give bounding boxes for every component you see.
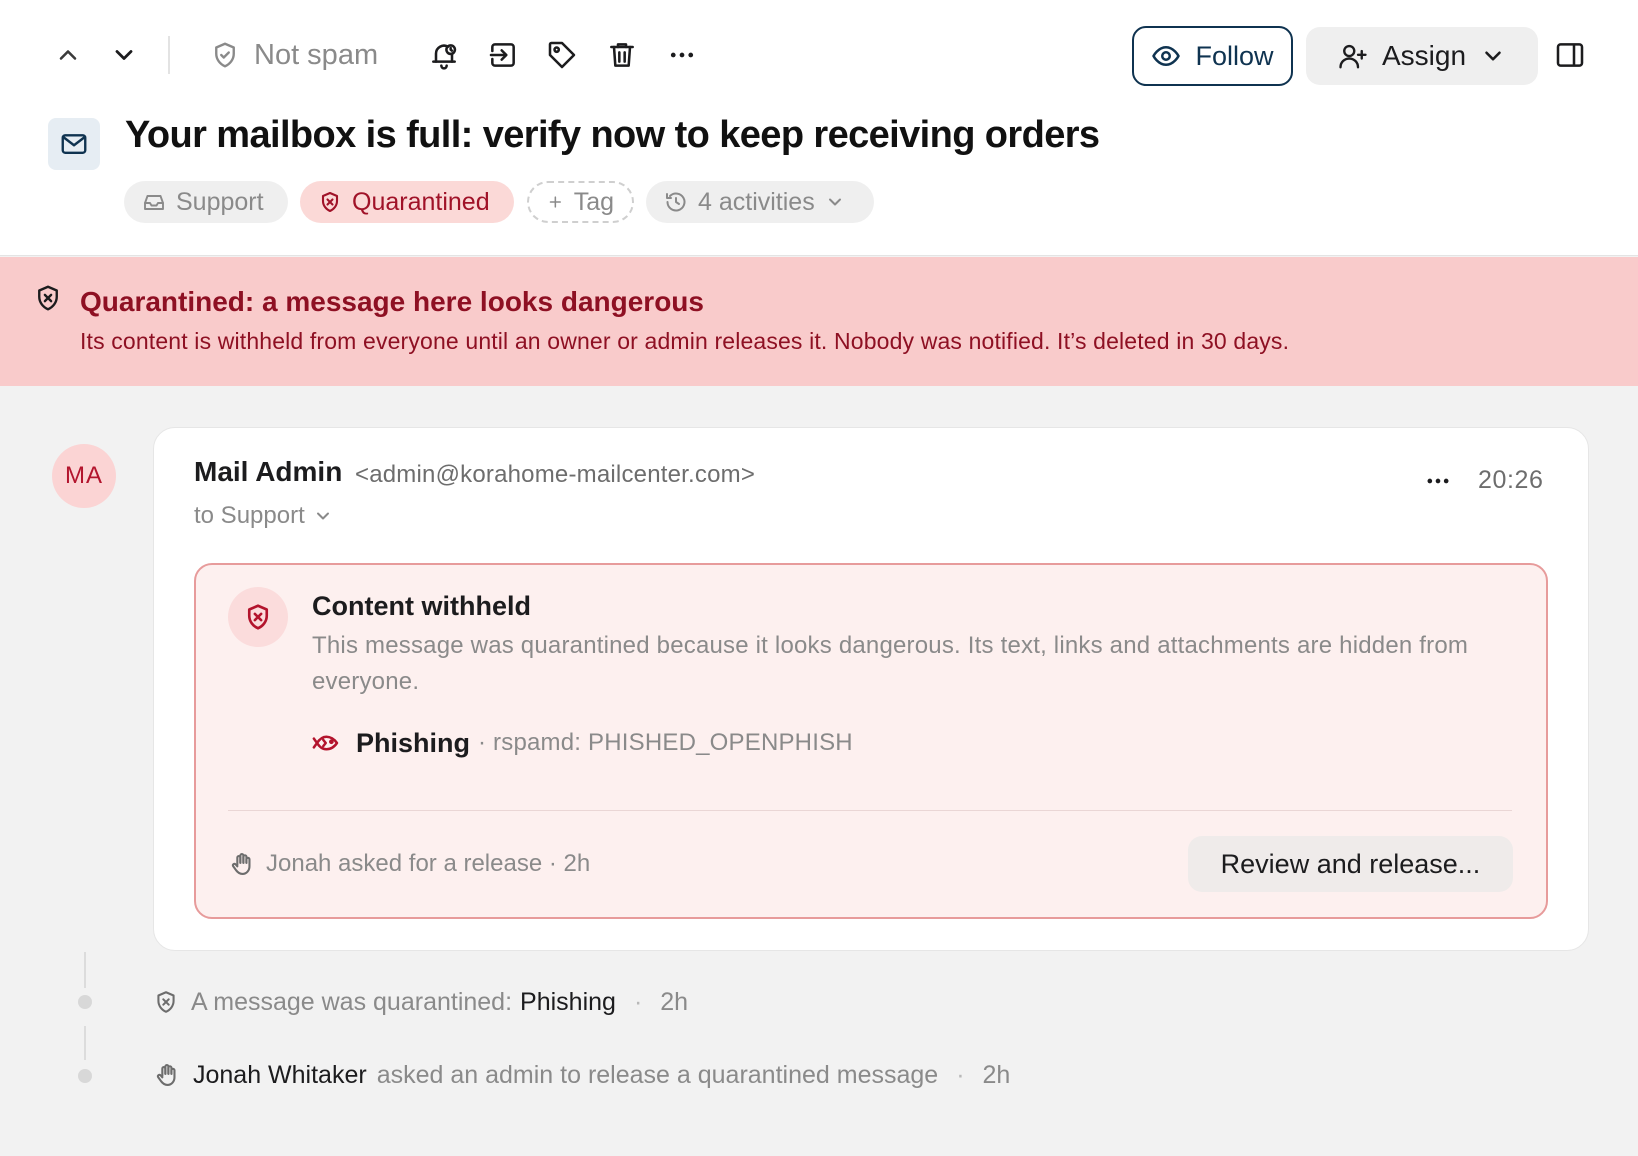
- tag-icon: [548, 41, 576, 69]
- assign-label: Assign: [1381, 40, 1467, 71]
- follow-button[interactable]: Follow: [1132, 26, 1293, 86]
- sender-avatar: MA: [52, 444, 116, 508]
- release-request-note: Jonah asked for a release · 2h: [228, 846, 590, 882]
- activity-item: Jonah Whitaker asked an admin to release…: [153, 1057, 1010, 1093]
- envelope-icon: [61, 134, 87, 154]
- activity-separator: ·: [956, 1060, 965, 1089]
- chevron-down-icon: [316, 512, 329, 520]
- message-time: 20:26: [1478, 466, 1544, 494]
- threat-name: Phishing: [356, 727, 470, 758]
- alarm-clock-icon: [432, 44, 457, 70]
- banner-title: Quarantined: a message here looks danger…: [80, 286, 704, 317]
- add-tag-label: Tag: [573, 187, 614, 216]
- shield-x-icon: [247, 604, 269, 630]
- threat-classification: Phishing · rspamd: PHISHED_OPENPHISH: [312, 725, 853, 761]
- thread-type-badge: [48, 118, 100, 170]
- history-icon: [666, 192, 686, 212]
- sidebar-panel-icon: [1556, 43, 1584, 67]
- shield-check-icon: [215, 42, 235, 68]
- raised-hand-icon: [231, 853, 251, 875]
- move-to-icon: [489, 43, 515, 67]
- recipient-dropdown[interactable]: to Support: [194, 501, 333, 531]
- thread-header: Not spam Follow Assign Your mailbox is f…: [0, 0, 1638, 256]
- not-spam-button[interactable]: Not spam: [210, 33, 378, 77]
- quarantined-status-chip[interactable]: Quarantined: [300, 181, 514, 223]
- review-and-release-button[interactable]: Review and release...: [1188, 836, 1513, 892]
- trash-icon: [610, 43, 634, 67]
- chevron-down-icon: [1485, 51, 1501, 61]
- eye-icon: [1152, 46, 1181, 66]
- more-horizontal-icon: [1427, 478, 1449, 484]
- quarantine-banner: [0, 257, 1638, 386]
- thread-subject: Your mailbox is full: verify now to keep…: [125, 114, 1100, 156]
- chevron-down-icon: [115, 50, 133, 60]
- inbox-chip[interactable]: Support: [124, 181, 288, 223]
- banner-text: Its content is withheld from everyone un…: [80, 328, 1290, 354]
- activities-chip-label: 4 activities: [698, 187, 815, 216]
- activity-text: asked an admin to release a quarantined …: [376, 1060, 939, 1089]
- timeline-connector: [84, 952, 86, 988]
- delete-button[interactable]: [600, 33, 644, 77]
- message-more-button[interactable]: [1420, 463, 1456, 499]
- toolbar: Not spam Follow Assign: [0, 0, 1638, 110]
- timeline-connector: [84, 1026, 86, 1060]
- add-tag-chip[interactable]: Tag: [527, 181, 634, 223]
- snooze-button[interactable]: [422, 33, 466, 77]
- move-button[interactable]: [481, 33, 525, 77]
- withheld-badge: [228, 587, 288, 647]
- quarantined-chip-label: Quarantined: [352, 187, 490, 216]
- activities-chip[interactable]: 4 activities: [646, 181, 874, 223]
- chevron-down-icon: [828, 198, 841, 206]
- toolbar-divider: [168, 36, 170, 74]
- sender-email: <admin@korahome-mailcenter.com>: [355, 461, 756, 488]
- follow-label: Follow: [1195, 40, 1274, 71]
- more-horizontal-icon: [670, 52, 694, 58]
- previous-thread-button[interactable]: [46, 33, 90, 77]
- shield-x-icon: [33, 283, 63, 313]
- inbox-chip-label: Support: [176, 187, 264, 216]
- recipient-label: to Support: [194, 502, 305, 529]
- phishing-fish-icon: [312, 735, 339, 751]
- release-request-text: Jonah asked for a release · 2h: [266, 850, 591, 877]
- activity-actor[interactable]: Jonah Whitaker: [193, 1061, 367, 1090]
- user-plus-icon: [1339, 44, 1367, 69]
- not-spam-label: Not spam: [254, 38, 379, 71]
- activity-highlight: Phishing: [520, 987, 616, 1016]
- withheld-title: Content withheld: [312, 591, 531, 621]
- raised-hand-icon: [156, 1064, 176, 1086]
- next-thread-button[interactable]: [102, 33, 146, 77]
- shield-x-icon: [157, 991, 175, 1013]
- inbox-tray-icon: [144, 195, 164, 210]
- timeline-dot: [78, 995, 92, 1009]
- sender-name[interactable]: Mail Admin: [194, 456, 342, 488]
- activity-time: 2h: [982, 1060, 1011, 1089]
- tag-button[interactable]: [540, 33, 584, 77]
- toggle-sidebar-button[interactable]: [1548, 33, 1592, 77]
- activity-text: A message was quarantined:: [191, 987, 513, 1016]
- plus-icon: [549, 196, 561, 208]
- more-actions-button[interactable]: [660, 33, 704, 77]
- withheld-description: This message was quarantined because it …: [312, 632, 1469, 695]
- shield-x-icon: [321, 191, 339, 213]
- chevron-up-icon: [59, 50, 77, 60]
- threat-rule: · rspamd: PHISHED_OPENPHISH: [478, 729, 853, 756]
- withheld-divider: [228, 810, 1512, 811]
- activity-item: A message was quarantined: Phishing · 2h: [153, 984, 688, 1020]
- activity-time: 2h: [660, 987, 689, 1016]
- activity-separator: ·: [633, 987, 643, 1016]
- assign-button[interactable]: Assign: [1306, 27, 1538, 85]
- timeline-dot: [78, 1069, 92, 1083]
